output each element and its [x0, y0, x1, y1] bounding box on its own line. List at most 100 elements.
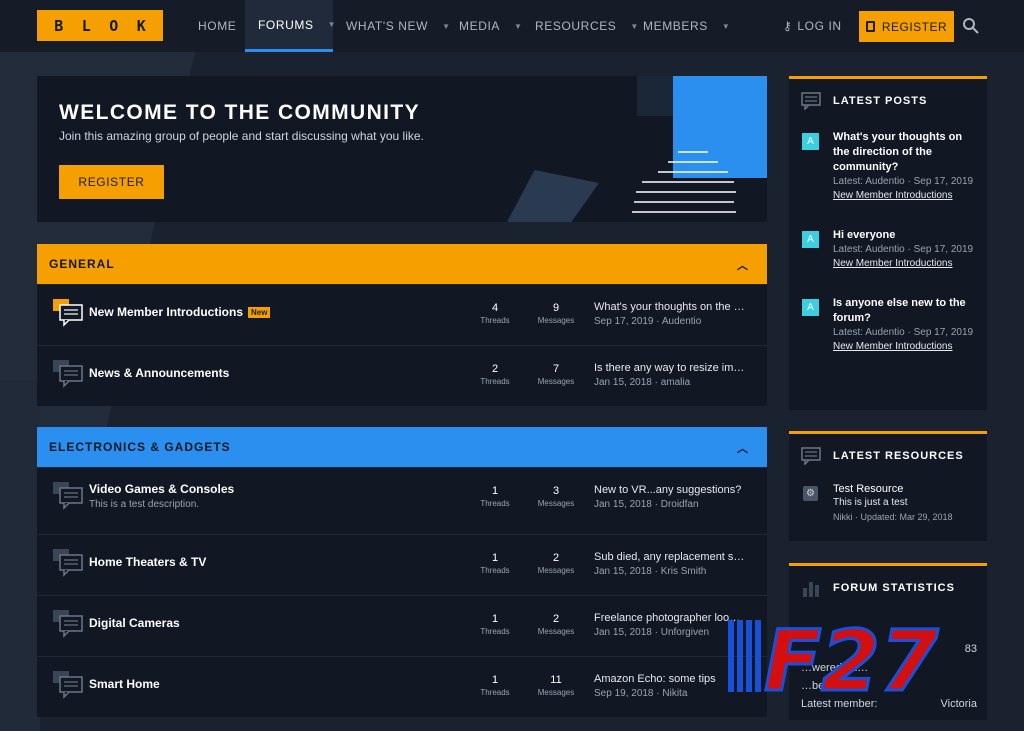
last-post-user[interactable]: Nikita — [662, 688, 687, 699]
message-count: 9 Messages — [526, 302, 586, 325]
avatar[interactable]: A — [802, 133, 819, 150]
stat-value[interactable]: Victoria — [941, 698, 977, 710]
forum-row[interactable]: News & Announcements 2 Threads 7 Messages … — [37, 345, 767, 406]
key-icon: ⚷ — [783, 19, 793, 33]
thread-count: 2 Threads — [465, 363, 525, 386]
nav-whats-new[interactable]: WHAT'S NEW ▼ — [346, 0, 451, 52]
forum-name[interactable]: Home Theaters & TV — [89, 555, 206, 569]
logo-letter: B — [54, 16, 64, 35]
resource-meta: Nikki · Updated: Mar 29, 2018 — [833, 512, 953, 522]
thread-count-value: 1 — [491, 613, 499, 625]
latest-post-item[interactable]: A What's your thoughts on the direction … — [789, 130, 987, 203]
last-post-date[interactable]: Jan 15, 2018 — [594, 499, 652, 510]
latest-resources-widget: LATEST RESOURCES ⚙ Test Resource This is… — [789, 431, 987, 541]
section-header[interactable]: GENERAL ︿ — [37, 244, 767, 284]
forum-row[interactable]: Video Games & Consoles This is a test de… — [37, 467, 767, 534]
thread-count-label: Threads — [480, 377, 510, 386]
thread-count-value: 1 — [491, 485, 499, 497]
clipboard-icon — [865, 21, 875, 32]
last-post-title[interactable]: What's your thoughts on the … — [594, 301, 752, 313]
chevron-down-icon[interactable]: ▼ — [630, 22, 639, 31]
forum-name[interactable]: Smart Home — [89, 677, 160, 691]
watermark-text: F27 — [764, 614, 939, 698]
forum-name[interactable]: Digital Cameras — [89, 616, 180, 630]
last-post-date[interactable]: Sep 17, 2019 — [594, 316, 654, 327]
logo-letter: O — [109, 16, 119, 35]
post-forum-link[interactable]: New Member Introductions — [833, 340, 979, 354]
last-post-date[interactable]: Sep 19, 2018 — [594, 688, 654, 699]
last-post-user[interactable]: Kris Smith — [661, 566, 707, 577]
resource-title[interactable]: Test Resource — [833, 482, 987, 496]
post-forum-link[interactable]: New Member Introductions — [833, 189, 979, 203]
background-shape — [0, 380, 40, 731]
welcome-register-button[interactable]: REGISTER — [59, 165, 164, 199]
message-count-value: 9 — [552, 302, 560, 314]
thread-count: 1 Threads — [465, 613, 525, 636]
chevron-down-icon[interactable]: ▼ — [328, 20, 337, 29]
login-link[interactable]: ⚷ LOG IN — [783, 0, 842, 52]
avatar[interactable]: A — [802, 231, 819, 248]
chevron-down-icon[interactable]: ▼ — [514, 22, 523, 31]
post-title[interactable]: What's your thoughts on the direction of… — [833, 130, 979, 175]
thread-count-label: Threads — [480, 316, 510, 325]
separator: · — [651, 566, 661, 577]
forum-title[interactable]: New Member Introductions New — [89, 305, 271, 319]
nav-resources[interactable]: RESOURCES ▼ — [535, 0, 639, 52]
message-count-label: Messages — [537, 566, 575, 575]
post-title[interactable]: Is anyone else new to the forum? — [833, 296, 979, 326]
resource-item[interactable]: ⚙ Test Resource This is just a test Nikk… — [789, 482, 987, 524]
chevron-down-icon[interactable]: ▼ — [722, 22, 731, 31]
post-forum-link[interactable]: New Member Introductions — [833, 257, 979, 271]
post-title[interactable]: Hi everyone — [833, 228, 979, 243]
forum-name[interactable]: Video Games & Consoles — [89, 482, 234, 496]
last-post-user[interactable]: amalia — [661, 377, 690, 388]
forum-row[interactable]: Home Theaters & TV 1 Threads 2 Messages Su… — [37, 534, 767, 595]
avatar[interactable]: A — [802, 299, 819, 316]
forum-unread-icon — [53, 299, 83, 327]
stat-label: Latest member: — [801, 698, 878, 710]
top-navigation: B L O K HOME FORUMS ▼ WHAT'S NEW ▼ MEDIA ▼ … — [0, 0, 1024, 52]
message-count: 3 Messages — [526, 485, 586, 508]
search-icon[interactable] — [962, 17, 979, 34]
last-post-date[interactable]: Jan 15, 2018 — [594, 566, 652, 577]
post-meta: Latest: Audentio · Sep 17, 2019 — [833, 327, 974, 338]
forum-name[interactable]: News & Announcements — [89, 366, 229, 380]
comment-icon — [801, 92, 821, 110]
nav-media[interactable]: MEDIA ▼ — [459, 0, 523, 52]
chevron-up-icon[interactable]: ︿ — [737, 440, 749, 456]
message-count-label: Messages — [537, 627, 575, 636]
last-post: New to VR...any suggestions? Jan 15, 201… — [594, 484, 752, 510]
forum-row[interactable]: New Member Introductions New 4 Threads 9 Me… — [37, 284, 767, 345]
message-count: 11 Messages — [526, 674, 586, 697]
forum-row[interactable]: Digital Cameras 1 Threads 2 Messages Freel… — [37, 595, 767, 656]
message-count-label: Messages — [537, 499, 575, 508]
latest-post-item[interactable]: A Hi everyone Latest: Audentio · Sep 17,… — [789, 228, 987, 271]
chevron-down-icon[interactable]: ▼ — [442, 22, 451, 31]
chevron-up-icon[interactable]: ︿ — [737, 257, 749, 273]
forum-row[interactable]: Smart Home 1 Threads 11 Messages Amazon Ec… — [37, 656, 767, 717]
nav-home[interactable]: HOME — [187, 0, 243, 52]
last-post-date[interactable]: Jan 15, 2018 — [594, 627, 652, 638]
last-post-user[interactable]: Unforgiven — [661, 627, 709, 638]
last-post-title[interactable]: New to VR...any suggestions? — [594, 484, 752, 496]
last-post: Is there any way to resize im… Jan 15, 2… — [594, 362, 752, 388]
message-count-label: Messages — [537, 688, 575, 697]
thread-count-value: 1 — [491, 552, 499, 564]
thread-count-label: Threads — [480, 688, 510, 697]
last-post-title[interactable]: Is there any way to resize im… — [594, 362, 752, 374]
section-header[interactable]: ELECTRONICS & GADGETS ︿ — [37, 427, 767, 467]
message-count-label: Messages — [537, 316, 575, 325]
new-badge: New — [248, 307, 271, 318]
last-post-user[interactable]: Audentio — [662, 316, 701, 327]
last-post-date[interactable]: Jan 15, 2018 — [594, 377, 652, 388]
nav-members[interactable]: MEMBERS ▼ — [643, 0, 730, 52]
site-logo[interactable]: B L O K — [37, 10, 163, 41]
widget-header: LATEST RESOURCES — [789, 434, 987, 476]
last-post-title[interactable]: Sub died, any replacement s… — [594, 551, 752, 563]
nav-forums[interactable]: FORUMS ▼ — [245, 0, 336, 52]
message-count-value: 2 — [552, 613, 560, 625]
last-post-user[interactable]: Droidfan — [661, 499, 699, 510]
last-post: What's your thoughts on the … Sep 17, 20… — [594, 301, 752, 327]
latest-post-item[interactable]: A Is anyone else new to the forum? Lates… — [789, 296, 987, 354]
register-button[interactable]: REGISTER — [859, 11, 954, 42]
